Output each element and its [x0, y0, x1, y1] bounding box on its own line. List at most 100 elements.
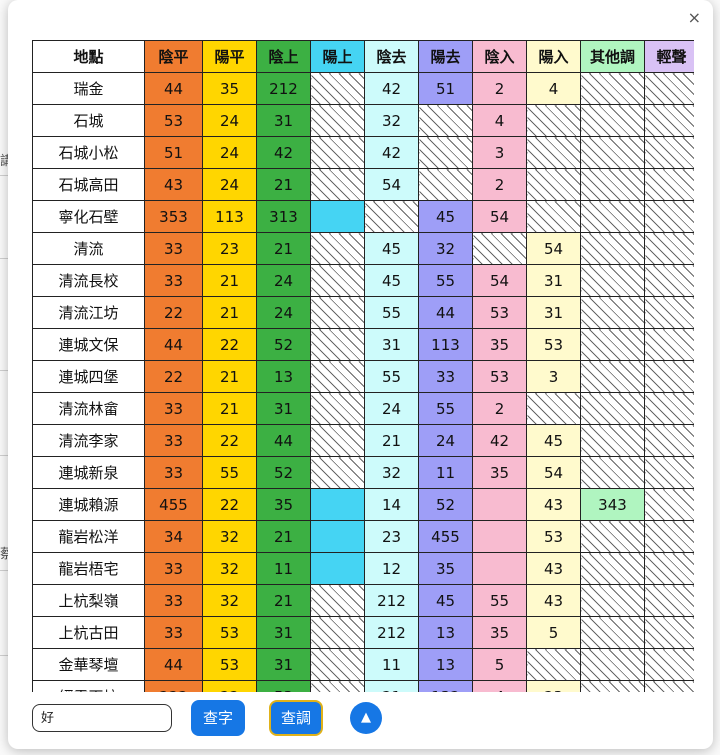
tone-value-cell: 55: [472, 584, 527, 617]
location-cell[interactable]: 上杭古田: [32, 616, 145, 649]
column-header: 陽去: [418, 40, 473, 73]
table-row: 上杭梨嶺 33 32 21 212 45 55 43: [32, 584, 694, 617]
tone-value-cell: 54: [472, 264, 527, 297]
location-cell[interactable]: 上杭梨嶺: [32, 584, 145, 617]
empty-cell: [580, 424, 645, 457]
empty-cell: [310, 648, 365, 681]
location-cell[interactable]: 龍岩梧宅: [32, 552, 145, 585]
location-cell[interactable]: 石城小松: [32, 136, 145, 169]
empty-cell: [310, 584, 365, 617]
column-header: 陽上: [310, 40, 365, 73]
location-cell[interactable]: 經霞丙坑: [32, 680, 145, 692]
column-header: 陰上: [256, 40, 311, 73]
tone-value-cell: 55: [418, 392, 473, 425]
empty-cell: [310, 168, 365, 201]
empty-cell: [310, 456, 365, 489]
empty-cell: [310, 264, 365, 297]
tone-value-cell: 55: [202, 456, 257, 489]
location-cell[interactable]: 連城新泉: [32, 456, 145, 489]
tone-value-cell: 45: [526, 424, 581, 457]
tone-value-cell: 22: [144, 360, 203, 393]
location-cell[interactable]: 清流: [32, 232, 145, 265]
location-cell[interactable]: 石城高田: [32, 168, 145, 201]
tone-value-cell: 31: [256, 392, 311, 425]
location-cell[interactable]: 連城文保: [32, 328, 145, 361]
table-row: 清流林畲 33 21 31 24 55 2: [32, 392, 694, 425]
tone-value-cell: 113: [418, 328, 473, 361]
tone-value-cell: 22: [144, 296, 203, 329]
tone-table-modal: × 地點 陰平 陽平 陰上 陽上 陰去 陽去 陰入 陽入 其他調 輕聲 瑞金 44 35 212 42 51 2…: [8, 0, 713, 749]
tone-value-cell: 33: [418, 360, 473, 393]
tone-value-cell: 22: [202, 680, 257, 692]
location-cell[interactable]: 龍岩松洋: [32, 520, 145, 553]
location-cell[interactable]: 連城四堡: [32, 360, 145, 393]
location-cell[interactable]: 金華琴壇: [32, 648, 145, 681]
table-row: 龍岩梧宅 33 32 11 12 35 43: [32, 552, 694, 585]
location-cell[interactable]: 瑞金: [32, 72, 145, 105]
empty-cell: [526, 168, 581, 201]
tone-value-cell: 5: [526, 616, 581, 649]
empty-cell: [580, 328, 645, 361]
tone-value-cell: 44: [144, 648, 203, 681]
tone-value-cell: 52: [256, 328, 311, 361]
location-cell[interactable]: 清流江坊: [32, 296, 145, 329]
empty-cell: [526, 392, 581, 425]
column-header: 陰去: [364, 40, 419, 73]
scroll-top-icon[interactable]: ▲: [350, 702, 382, 734]
empty-cell: [310, 136, 365, 169]
tone-value-cell: 113: [202, 200, 257, 233]
location-cell[interactable]: 連城賴源: [32, 488, 145, 521]
empty-cell: [644, 136, 694, 169]
empty-cell: [418, 136, 473, 169]
location-cell[interactable]: 石城: [32, 104, 145, 137]
tone-value-cell: 22: [202, 328, 257, 361]
empty-cell: [526, 648, 581, 681]
tone-value-cell: 55: [418, 264, 473, 297]
tone-value-cell: 21: [202, 360, 257, 393]
search-input[interactable]: 好: [32, 704, 172, 732]
location-cell[interactable]: 寧化石壁: [32, 200, 145, 233]
tone-value-cell: 45: [364, 232, 419, 265]
location-cell[interactable]: 清流林畲: [32, 392, 145, 425]
tone-value-cell: 33: [144, 616, 203, 649]
empty-cell: [364, 200, 419, 233]
empty-cell: [580, 552, 645, 585]
tone-value-cell: 32: [364, 104, 419, 137]
column-header: 其他調: [580, 40, 645, 73]
tone-value-cell: 32: [202, 552, 257, 585]
empty-cell: [310, 232, 365, 265]
lookup-char-button[interactable]: 查字: [191, 700, 245, 736]
location-cell[interactable]: 清流長校: [32, 264, 145, 297]
tone-value-cell: 31: [256, 648, 311, 681]
tone-value-cell: 31: [526, 296, 581, 329]
empty-cell: [580, 104, 645, 137]
table-row: 石城 53 24 31 32 4: [32, 104, 694, 137]
tone-value-cell: 23: [202, 232, 257, 265]
tone-value-cell: 53: [472, 360, 527, 393]
close-icon[interactable]: ×: [688, 8, 701, 27]
table-row: 石城小松 51 24 42 42 3: [32, 136, 694, 169]
table-row: 石城高田 43 24 21 54 2: [32, 168, 694, 201]
tone-value-cell: 2: [472, 72, 527, 105]
table-row: 上杭古田 33 53 31 212 13 35 5: [32, 616, 694, 649]
tone-value-cell: 313: [256, 200, 311, 233]
tone-value-cell: 13: [418, 616, 473, 649]
tone-value-cell: 55: [364, 296, 419, 329]
tone-value-cell: 33: [144, 424, 203, 457]
table-row: 清流長校 33 21 24 45 55 54 31: [32, 264, 694, 297]
table-row: 清流李家 33 22 44 21 24 42 45: [32, 424, 694, 457]
empty-cell: [580, 584, 645, 617]
tone-value-cell: [472, 552, 527, 585]
empty-cell: [526, 104, 581, 137]
tone-table-scroll[interactable]: 地點 陰平 陽平 陰上 陽上 陰去 陽去 陰入 陽入 其他調 輕聲 瑞金 44 35 212 42 51 2 4 石…: [32, 40, 694, 692]
tone-value-cell: 21: [256, 232, 311, 265]
empty-cell: [644, 488, 694, 521]
location-cell[interactable]: 清流李家: [32, 424, 145, 457]
empty-cell: [580, 360, 645, 393]
empty-cell: [580, 232, 645, 265]
tone-value-cell: 45: [418, 584, 473, 617]
tone-value-cell: 24: [202, 168, 257, 201]
lookup-tone-button[interactable]: 查調: [269, 700, 323, 736]
tone-value-cell: 55: [364, 360, 419, 393]
tone-value-cell: 45: [364, 264, 419, 297]
